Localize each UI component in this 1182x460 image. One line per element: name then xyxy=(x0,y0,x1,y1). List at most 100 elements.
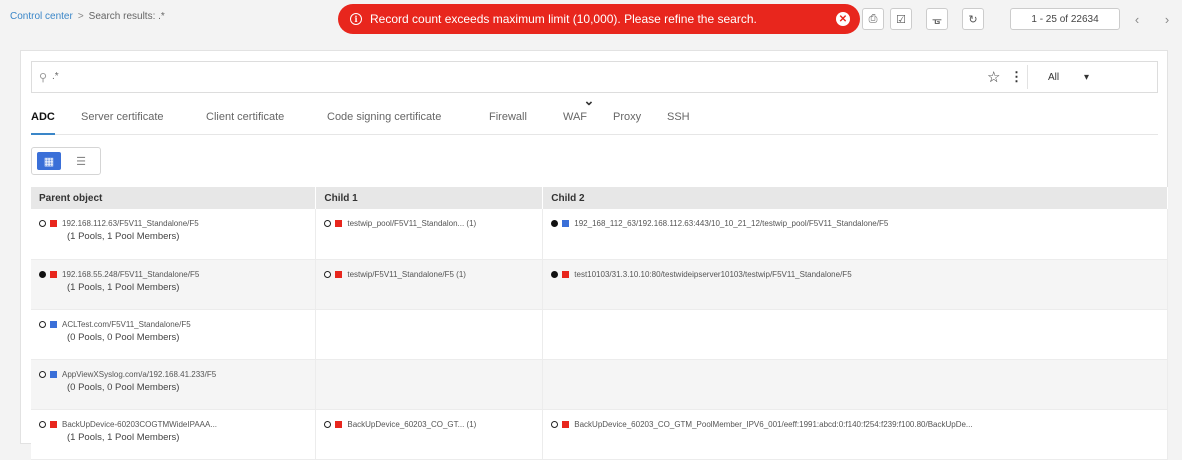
more-options-icon[interactable]: ⋮ xyxy=(1010,69,1023,85)
search-input[interactable] xyxy=(52,71,952,82)
pool-summary: (0 Pools, 0 Pool Members) xyxy=(67,331,180,343)
tab-ssh[interactable]: SSH xyxy=(667,109,690,135)
type-square-icon xyxy=(50,220,57,227)
column-header-child2[interactable]: Child 2 xyxy=(542,187,1168,209)
status-circle-icon xyxy=(324,420,332,428)
tab-firewall[interactable]: Firewall xyxy=(489,109,527,135)
pagination-info: 1 - 25 of 22634 xyxy=(1010,8,1120,30)
child2-name-link[interactable]: 192_168_112_63/192.168.112.63:443/10_10_… xyxy=(574,219,888,228)
child1-cell: BackUpDevice_60203_CO_GT... (1) xyxy=(315,409,544,460)
child2-name-link[interactable]: BackUpDevice_60203_CO_GTM_PoolMember_IPV… xyxy=(574,420,972,429)
table-row[interactable]: AppViewXSyslog.com/a/192.168.41.233/F5 (0… xyxy=(31,359,1168,410)
type-square-icon xyxy=(335,420,343,428)
status-circle-icon xyxy=(39,220,46,227)
parent-name-link[interactable]: AppViewXSyslog.com/a/192.168.41.233/F5 xyxy=(62,370,216,379)
table-body: 192.168.112.63/F5V11_Standalone/F5 (1 Poo… xyxy=(31,209,1168,460)
table-row[interactable]: BackUpDevice-60203COGTMWideIPAAA... (1 Po… xyxy=(31,409,1168,460)
parent-entry[interactable]: 192.168.55.248/F5V11_Standalone/F5 xyxy=(39,270,307,279)
table-row[interactable]: ACLTest.com/F5V11_Standalone/F5 (0 Pools,… xyxy=(31,309,1168,360)
child1-cell xyxy=(315,359,544,410)
tab-code-signing-certificate[interactable]: Code signing certificate xyxy=(327,109,441,135)
child2-cell xyxy=(542,359,1168,410)
filter-select-value: All xyxy=(1048,71,1060,83)
child2-cell: test10103/31.3.10.10:80/testwideipserver… xyxy=(542,259,1168,310)
chevron-right-icon: › xyxy=(1164,11,1170,27)
parent-entry[interactable]: AppViewXSyslog.com/a/192.168.41.233/F5 xyxy=(39,370,307,379)
parent-cell: BackUpDevice-60203COGTMWideIPAAA... (1 Po… xyxy=(31,409,317,460)
grid-view-button[interactable]: ▦ xyxy=(37,152,61,170)
child1-entry[interactable]: testwip_pool/F5V11_Standalon... (1) xyxy=(324,219,534,228)
type-square-icon xyxy=(50,370,57,378)
parent-entry[interactable]: ACLTest.com/F5V11_Standalone/F5 xyxy=(39,320,307,329)
table-header-row: Parent object Child 1 Child 2 xyxy=(31,187,1168,209)
child2-name-link[interactable]: test10103/31.3.10.10:80/testwideipserver… xyxy=(574,270,851,279)
chevron-down-icon: ⌄ xyxy=(583,93,595,108)
caret-down-icon: ▾ xyxy=(1083,71,1089,83)
refresh-icon: ↻ xyxy=(968,13,978,26)
breadcrumb: Control center > Search results: .* xyxy=(10,11,165,22)
refresh-button[interactable]: ↻ xyxy=(962,8,984,30)
breadcrumb-separator: > xyxy=(77,11,84,22)
type-square-icon xyxy=(562,220,570,227)
child1-cell: testwip/F5V11_Standalone/F5 (1) xyxy=(315,259,544,310)
next-page-button[interactable]: › xyxy=(1156,8,1178,30)
tab-proxy[interactable]: Proxy xyxy=(613,109,641,135)
child1-name-link[interactable]: testwip_pool/F5V11_Standalon... (1) xyxy=(347,219,476,228)
export-button[interactable]: ⎙ xyxy=(862,8,884,30)
parent-name-link[interactable]: ACLTest.com/F5V11_Standalone/F5 xyxy=(62,320,191,329)
parent-name-link[interactable]: BackUpDevice-60203COGTMWideIPAAA... xyxy=(62,420,217,429)
tab-client-certificate[interactable]: Client certificate xyxy=(206,109,284,135)
hierarchy-icon: ᚗ xyxy=(932,13,942,26)
type-square-icon xyxy=(50,320,57,328)
column-header-parent[interactable]: Parent object xyxy=(31,187,317,209)
list-icon: ☰ xyxy=(76,155,86,168)
status-circle-icon xyxy=(39,370,46,378)
previous-page-button[interactable]: ‹ xyxy=(1126,8,1148,30)
list-view-button[interactable]: ☰ xyxy=(69,152,93,170)
breadcrumb-home-link[interactable]: Control center xyxy=(10,11,73,22)
hierarchy-button[interactable]: ᚗ xyxy=(926,8,948,30)
table-row[interactable]: 192.168.112.63/F5V11_Standalone/F5 (1 Poo… xyxy=(31,209,1168,260)
child1-cell xyxy=(315,309,544,360)
checkbox-icon: ☑ xyxy=(896,13,906,26)
child2-entry[interactable]: BackUpDevice_60203_CO_GTM_PoolMember_IPV… xyxy=(551,420,1159,429)
pool-summary: (1 Pools, 1 Pool Members) xyxy=(67,431,180,443)
parent-cell: AppViewXSyslog.com/a/192.168.41.233/F5 (0… xyxy=(31,359,317,410)
tab-server-certificate[interactable]: Server certificate xyxy=(81,109,164,135)
column-header-child1[interactable]: Child 1 xyxy=(315,187,544,209)
top-bar: Control center > Search results: .* i Reco… xyxy=(0,0,1182,38)
tab-adc[interactable]: ADC xyxy=(31,109,55,135)
export-icon: ⎙ xyxy=(868,12,878,25)
child1-entry[interactable]: testwip/F5V11_Standalone/F5 (1) xyxy=(324,270,534,279)
table-row[interactable]: 192.168.55.248/F5V11_Standalone/F5 (1 Poo… xyxy=(31,259,1168,310)
status-circle-icon xyxy=(551,420,559,428)
child1-name-link[interactable]: BackUpDevice_60203_CO_GT... (1) xyxy=(347,420,476,429)
type-square-icon xyxy=(335,270,343,278)
pool-summary: (1 Pools, 1 Pool Members) xyxy=(67,281,180,293)
star-icon[interactable]: ☆ xyxy=(987,68,1000,86)
type-square-icon xyxy=(562,420,570,428)
collapse-toggle[interactable]: ⌄ xyxy=(559,93,619,109)
close-alert-button[interactable]: ✕ xyxy=(836,12,850,26)
type-square-icon xyxy=(50,270,57,278)
select-button[interactable]: ☑ xyxy=(890,8,912,30)
child1-entry[interactable]: BackUpDevice_60203_CO_GT... (1) xyxy=(324,420,534,429)
type-square-icon xyxy=(50,420,57,428)
child2-entry[interactable]: 192_168_112_63/192.168.112.63:443/10_10_… xyxy=(551,219,1159,228)
error-alert: i Record count exceeds maximum limit (10… xyxy=(338,4,860,34)
parent-cell: 192.168.112.63/F5V11_Standalone/F5 (1 Poo… xyxy=(31,209,317,260)
parent-name-link[interactable]: 192.168.112.63/F5V11_Standalone/F5 xyxy=(62,219,199,228)
grid-icon: ▦ xyxy=(43,155,55,168)
child2-cell xyxy=(542,309,1168,360)
pool-summary: (1 Pools, 1 Pool Members) xyxy=(67,231,180,242)
parent-name-link[interactable]: 192.168.55.248/F5V11_Standalone/F5 xyxy=(62,270,199,279)
child1-name-link[interactable]: testwip/F5V11_Standalone/F5 (1) xyxy=(347,270,466,279)
child2-entry[interactable]: test10103/31.3.10.10:80/testwideipserver… xyxy=(551,270,1159,279)
parent-entry[interactable]: 192.168.112.63/F5V11_Standalone/F5 xyxy=(39,219,307,228)
parent-entry[interactable]: BackUpDevice-60203COGTMWideIPAAA... xyxy=(39,420,307,429)
child1-cell: testwip_pool/F5V11_Standalon... (1) xyxy=(315,209,544,260)
filter-select[interactable]: All ▾ xyxy=(1027,65,1097,89)
tab-waf[interactable]: WAF xyxy=(563,109,587,135)
alert-message: Record count exceeds maximum limit (10,0… xyxy=(370,12,757,26)
status-circle-icon xyxy=(324,220,332,227)
